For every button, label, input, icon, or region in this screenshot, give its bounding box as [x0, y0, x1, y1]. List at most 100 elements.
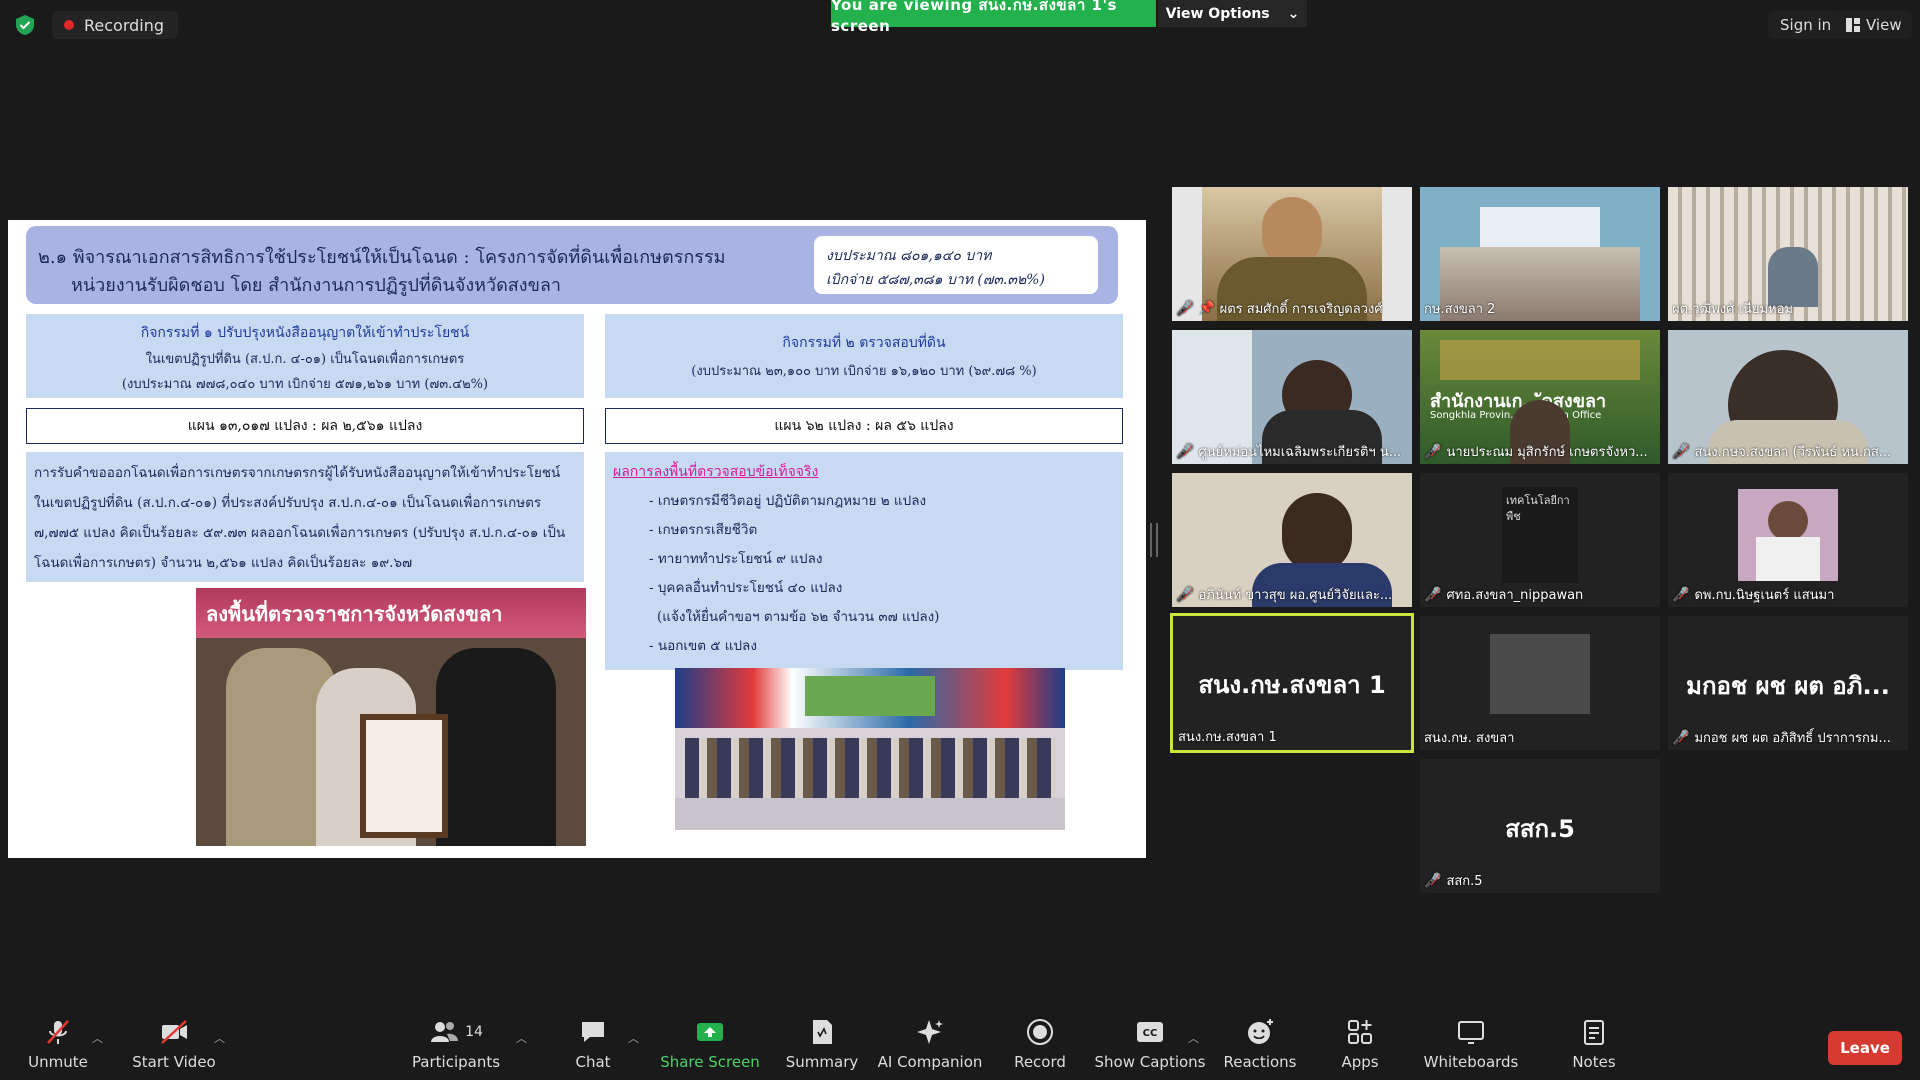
- slide-title-line2: หน่วยงานรับผิดชอบ โดย สำนักงานการปฏิรูปท…: [71, 275, 562, 296]
- share-screen-icon: [697, 1023, 723, 1041]
- sparkle-icon: [917, 1020, 943, 1044]
- video-options-chevron-icon[interactable]: ︿: [214, 1030, 225, 1046]
- unmute-options-chevron-icon[interactable]: ︿: [92, 1030, 103, 1046]
- photo-banner-text: ลงพื้นที่ตรวจราชการจังหวัดสงขลา: [206, 602, 503, 626]
- unmute-button[interactable]: Unmute: [22, 1008, 94, 1080]
- video-tile[interactable]: กษ.สงขลา 2: [1420, 187, 1660, 321]
- notes-button[interactable]: Notes: [1562, 1008, 1626, 1080]
- chat-options-chevron-icon[interactable]: ︿: [628, 1030, 639, 1046]
- unmute-label: Unmute: [28, 1053, 88, 1071]
- participant-name: นายประณม มุสิกรักษ์ เกษตรจังหว...: [1446, 445, 1648, 460]
- video-tile[interactable]: 🎤̸ ศูนย์หม่อนไหมเฉลิมพระเกียรติฯ น...: [1172, 330, 1412, 464]
- captions-options-chevron-icon[interactable]: ︿: [1188, 1030, 1199, 1046]
- activity1-plan-box: แผน ๑๓,๐๑๗ แปลง : ผล ๒,๕๖๑ แปลง: [26, 408, 584, 444]
- recording-dot-icon: [64, 20, 74, 30]
- view-button[interactable]: View: [1836, 11, 1912, 39]
- participant-name: สนง.กษ. สงขลา: [1424, 731, 1515, 746]
- video-tile-active-speaker[interactable]: สนง.กษ.สงขลา 1 สนง.กษ.สงขลา 1: [1170, 613, 1414, 753]
- participants-button[interactable]: 14 Participants: [412, 1008, 500, 1080]
- activity1-title: กิจกรรมที่ ๑ ปรับปรุงหนังสืออนุญาตให้เข้…: [140, 325, 470, 341]
- start-video-label: Start Video: [132, 1053, 216, 1071]
- leave-button[interactable]: Leave: [1828, 1031, 1902, 1065]
- video-tile[interactable]: 🎤̸ 📌 ผตร สมศักดิ์ การเจริญดลวงศ์: [1172, 187, 1412, 321]
- apps-label: Apps: [1341, 1053, 1379, 1071]
- group-photo: [675, 668, 1065, 830]
- avatar: [1490, 634, 1590, 714]
- activity2-heading: ผลการลงพื้นที่ตรวจสอบข้อเท็จจริง: [613, 464, 819, 480]
- video-tile[interactable]: มกอช ผช ผต อภิ... 🎤̸ มกอช ผช ผต อภิสิทธิ…: [1668, 616, 1908, 750]
- mic-off-icon: 🎤̸: [1424, 443, 1442, 460]
- sign-in-button[interactable]: Sign in: [1768, 11, 1844, 39]
- activity2-bullet: - ทายาททำประโยชน์ ๙ แปลง: [649, 551, 823, 567]
- activity1-body-text: การรับคำขอออกโฉนดเพื่อการเกษตรจากเกษตรกร…: [34, 465, 566, 571]
- activity2-bullet: - เกษตรกรมีชีวิตอยู่ ปฏิบัติตามกฎหมาย ๒ …: [649, 493, 927, 509]
- activity1-line2: ในเขตปฏิรูปที่ดิน (ส.ป.ก. ๔-๐๑) เป็นโฉนด…: [145, 352, 465, 367]
- participant-label: 🎤̸ ศทอ.สงขลา_nippawan: [1424, 584, 1583, 605]
- participants-count: 14: [465, 1024, 483, 1040]
- activity2-body-panel: ผลการลงพื้นที่ตรวจสอบข้อเท็จจริง - เกษตร…: [605, 452, 1123, 670]
- recording-indicator[interactable]: Recording: [52, 11, 179, 39]
- participant-label: 🎤̸ นายประณม มุสิกรักษ์ เกษตรจังหว...: [1424, 441, 1648, 462]
- mic-off-icon: 🎤̸: [1176, 586, 1194, 603]
- video-tile[interactable]: 🎤̸ สนง.กษจ.สงขลา (วีรพันธ์ หน.กส...: [1668, 330, 1908, 464]
- video-tile[interactable]: เทคโนโลยีกา พืช 🎤̸ ศทอ.สงขลา_nippawan: [1420, 473, 1660, 607]
- apps-button[interactable]: Apps: [1330, 1008, 1390, 1080]
- participant-label: สนง.กษ.สงขลา 1: [1178, 726, 1277, 747]
- share-screen-button[interactable]: Share Screen: [660, 1008, 760, 1080]
- participants-label: Participants: [411, 1053, 501, 1071]
- participant-label: 🎤̸ สนง.กษจ.สงขลา (วีรพันธ์ หน.กส...: [1672, 441, 1891, 462]
- participant-display-name: สสก.5: [1505, 815, 1575, 843]
- video-tile[interactable]: สนง.กษ. สงขลา: [1420, 616, 1660, 750]
- resize-handle[interactable]: [1150, 523, 1158, 557]
- activity2-header-panel: กิจกรรมที่ ๒ ตรวจสอบที่ดิน (งบประมาณ ๒๓,…: [605, 314, 1123, 398]
- whiteboard-icon: [1458, 1021, 1484, 1044]
- record-button[interactable]: Record: [1008, 1008, 1072, 1080]
- participant-display-name: มกอช ผช ผต อภิ...: [1686, 672, 1890, 700]
- mic-off-icon: 🎤̸: [1672, 586, 1690, 603]
- view-label: View: [1866, 16, 1902, 34]
- summary-button[interactable]: Summary: [782, 1008, 862, 1080]
- whiteboards-label: Whiteboards: [1423, 1053, 1519, 1071]
- slide-header: ๒.๑ พิจารณาเอกสารสิทธิการใช้ประโยชน์ให้เ…: [26, 226, 1118, 304]
- mic-off-icon: 🎤̸: [1176, 300, 1194, 317]
- shield-icon[interactable]: [14, 14, 36, 36]
- participant-label: สนง.กษ. สงขลา: [1424, 727, 1514, 748]
- activity2-plan-box: แผน ๖๒ แปลง : ผล ๕๖ แปลง: [605, 408, 1123, 444]
- svg-text:CC: CC: [1143, 1028, 1158, 1039]
- activity2-line2: (งบประมาณ ๒๓,๑๐๐ บาท เบิกจ่าย ๑๖,๑๒๐ บาท…: [691, 364, 1037, 379]
- disbursement-line: เบิกจ่าย ๕๘๗,๓๘๑ บาท (๗๓.๓๒%): [826, 272, 1045, 288]
- video-tile[interactable]: ผต.วุฒิพงศ์ เนียมหอม: [1668, 187, 1908, 321]
- chevron-down-icon: ⌄: [1287, 5, 1300, 22]
- top-bar: Recording You are viewing สนง.กษ.สงขลา 1…: [0, 0, 1920, 50]
- notes-label: Notes: [1572, 1053, 1616, 1071]
- view-options-button[interactable]: View Options ⌄: [1158, 0, 1307, 27]
- pin-icon: 📌: [1198, 301, 1215, 316]
- video-tile[interactable]: 🎤̸ อภินันท์ ขาวสุข ผอ.ศูนย์วิจัยและ...: [1172, 473, 1412, 607]
- activity2-bullet: - เกษตรกรเสียชีวิต: [649, 522, 758, 538]
- show-captions-label: Show Captions: [1094, 1053, 1206, 1071]
- mic-off-icon: 🎤̸: [1424, 586, 1442, 603]
- mic-off-icon: [47, 1020, 69, 1044]
- participants-options-chevron-icon[interactable]: ︿: [516, 1030, 527, 1046]
- ai-companion-label: AI Companion: [877, 1053, 983, 1071]
- reactions-button[interactable]: Reactions: [1222, 1008, 1298, 1080]
- apps-icon: [1348, 1020, 1372, 1044]
- video-tile[interactable]: สำนักงานเก...ัดสงขลา Songkhla Provin...E…: [1420, 330, 1660, 464]
- video-tile[interactable]: 🎤̸ ดพ.กบ.นิษฐเนตร์ แสนมา: [1668, 473, 1908, 607]
- whiteboards-button[interactable]: Whiteboards: [1422, 1008, 1520, 1080]
- summary-label: Summary: [785, 1053, 859, 1071]
- participant-label: 🎤̸ ศูนย์หม่อนไหมเฉลิมพระเกียรติฯ น...: [1176, 441, 1401, 462]
- start-video-button[interactable]: Start Video: [130, 1008, 218, 1080]
- chat-button[interactable]: Chat: [560, 1008, 626, 1080]
- participant-label: 🎤̸ ดพ.กบ.นิษฐเนตร์ แสนมา: [1672, 584, 1834, 605]
- activity2-bullet: - นอกเขต ๕ แปลง: [649, 638, 757, 654]
- participant-label: 🎤̸ สสก.5: [1424, 870, 1483, 891]
- video-tile[interactable]: สสก.5 🎤̸ สสก.5: [1420, 759, 1660, 893]
- recording-label: Recording: [84, 15, 165, 35]
- ai-companion-button[interactable]: AI Companion: [878, 1008, 982, 1080]
- video-off-icon: [161, 1020, 187, 1044]
- activity2-bullet: - บุคคลอื่นทำประโยชน์ ๔๐ แปลง: [649, 580, 843, 596]
- participant-label: 🎤̸ มกอช ผช ผต อภิสิทธิ์ ปราการกม...: [1672, 727, 1891, 748]
- chat-label: Chat: [575, 1053, 611, 1071]
- activity2-title: กิจกรรมที่ ๒ ตรวจสอบที่ดิน: [782, 335, 946, 351]
